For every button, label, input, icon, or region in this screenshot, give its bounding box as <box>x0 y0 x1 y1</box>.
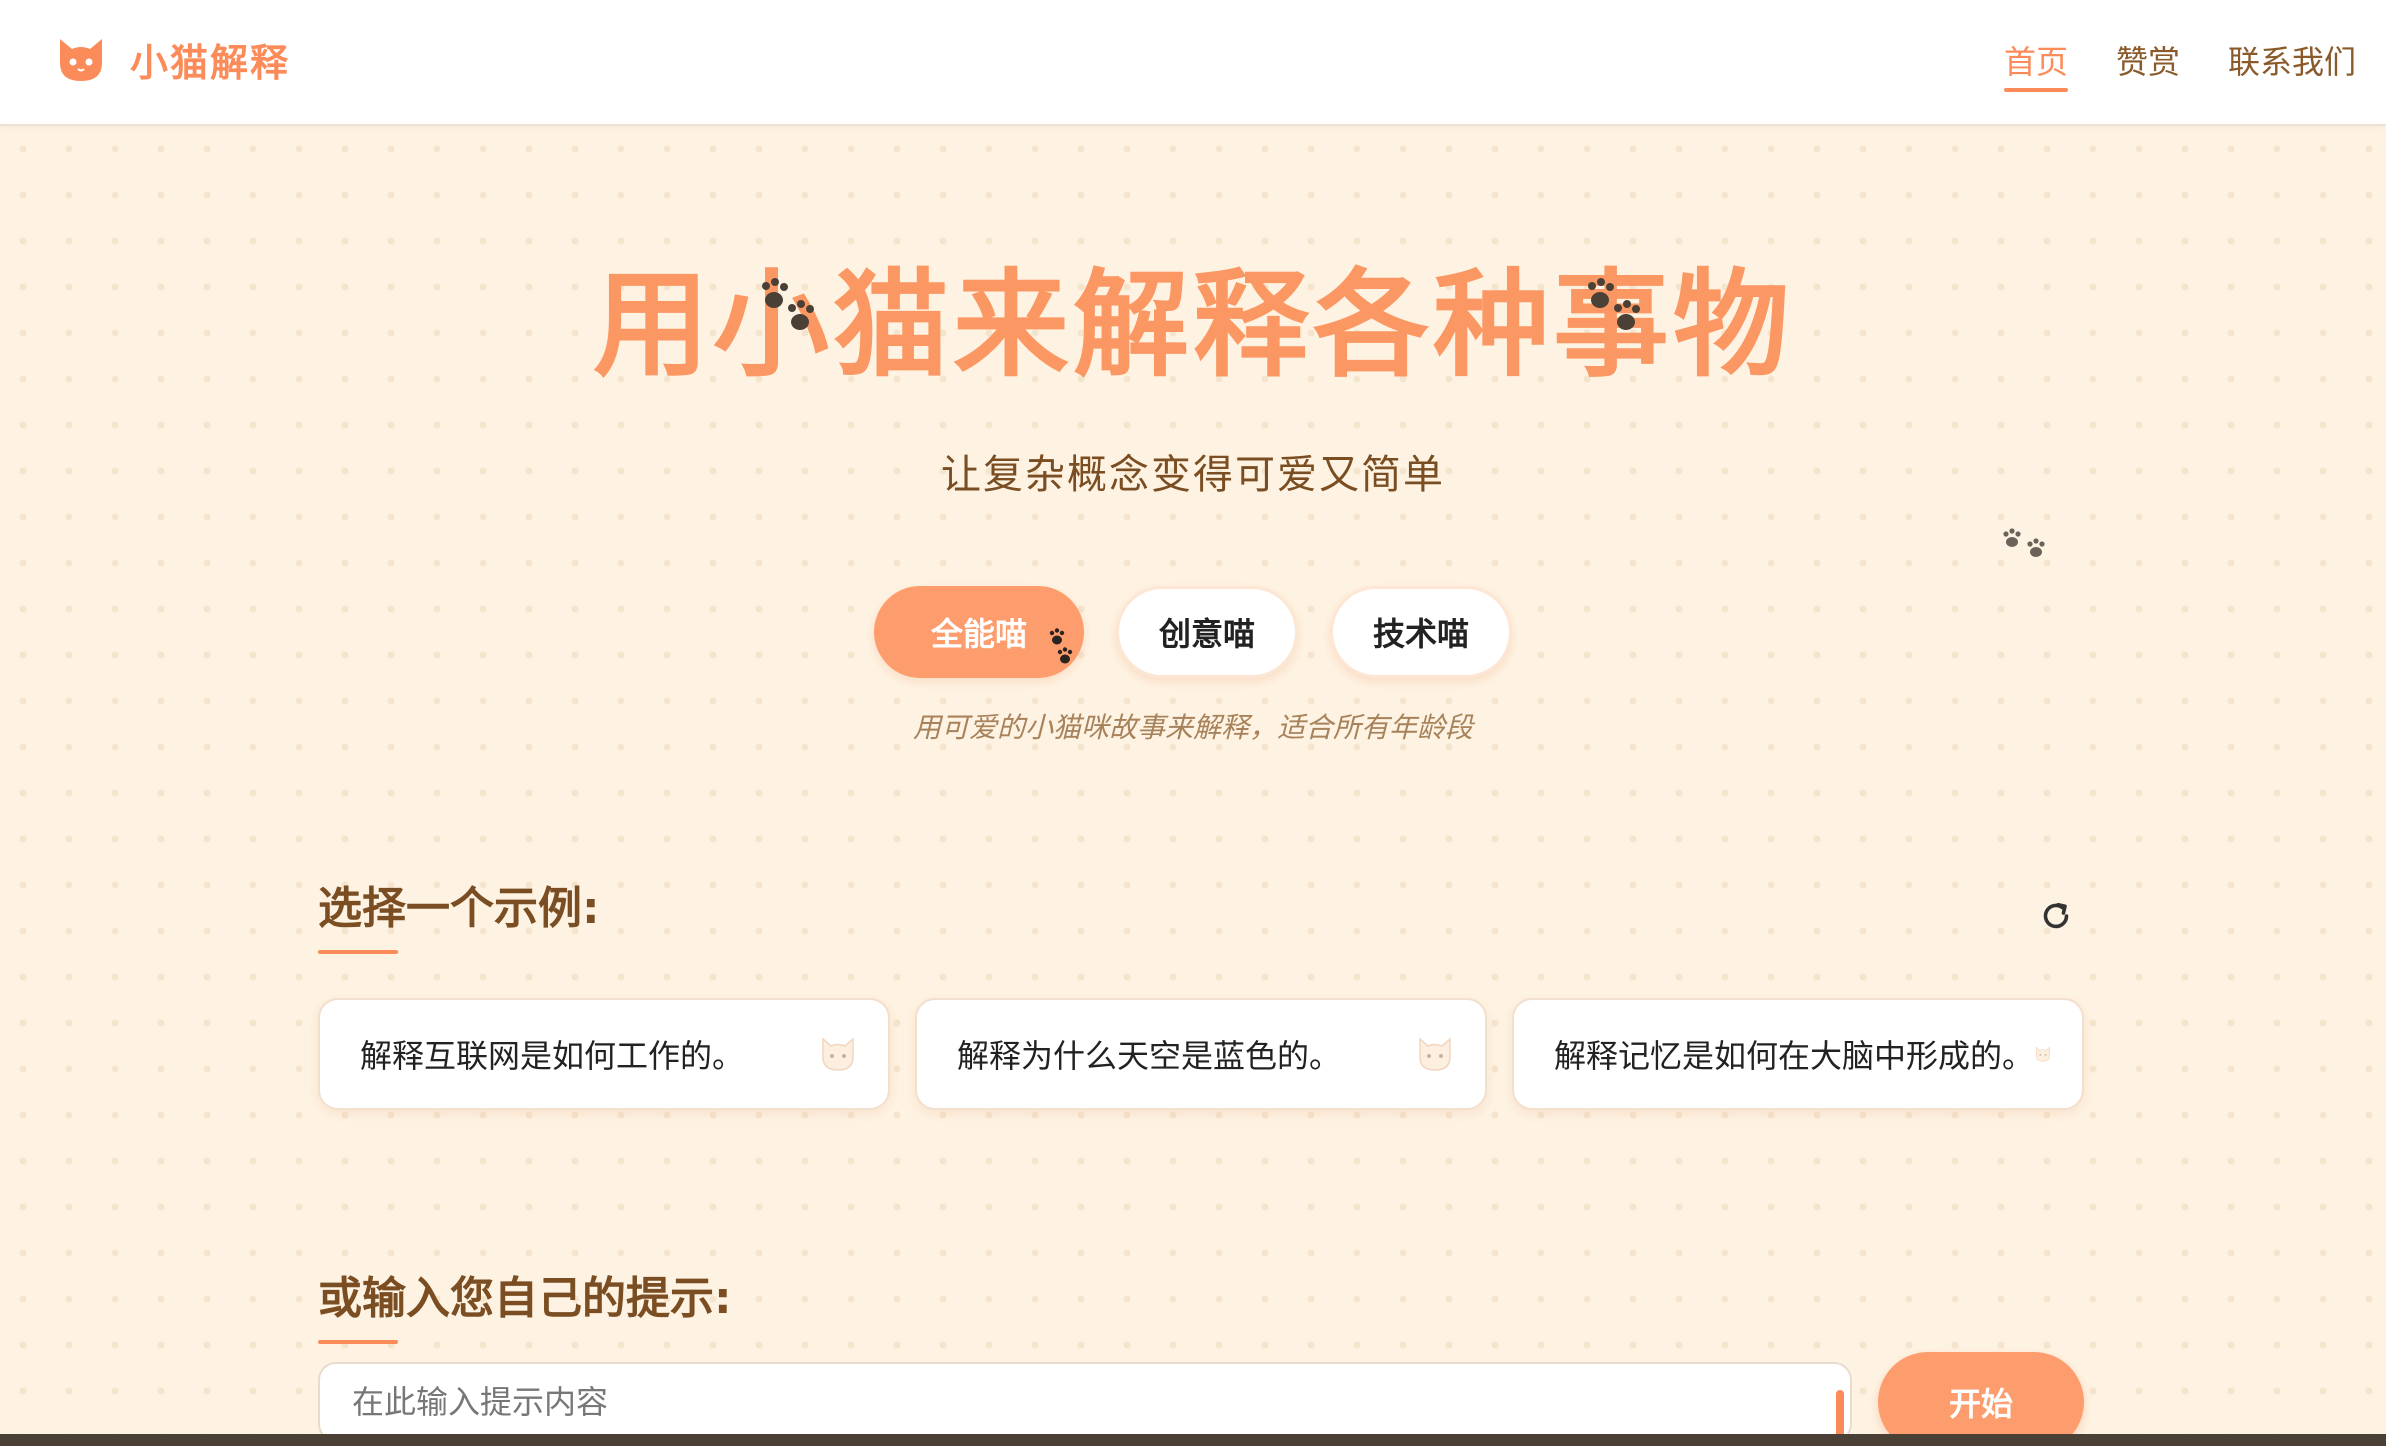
nav-item-contact[interactable]: 联系我们 <box>2228 38 2356 92</box>
refresh-icon[interactable] <box>2038 898 2074 934</box>
logo-text: 小猫解释 <box>130 41 291 85</box>
example-card[interactable]: 解释互联网是如何工作的。 <box>318 998 890 1110</box>
mode-description: 用可爱的小猫咪故事来解释，适合所有年龄段 <box>912 711 1473 744</box>
example-card[interactable]: 解释记忆是如何在大脑中形成的。 <box>1512 998 2084 1110</box>
hero-title: 用小猫来解释各种事物 <box>593 258 1793 393</box>
paw-print-icon <box>762 278 814 330</box>
example-cards: 解释互联网是如何工作的。 解释为什么天空是蓝色的。 解释记忆是如何在大脑中形成的… <box>318 998 2084 1110</box>
nav-item-donate[interactable]: 赞赏 <box>2116 38 2180 92</box>
mode-button-label: 技术喵 <box>1372 615 1469 653</box>
cat-face-icon <box>2035 1046 2051 1062</box>
example-card-text: 解释为什么天空是蓝色的。 <box>957 1037 1342 1075</box>
cat-face-icon <box>822 1037 854 1071</box>
mode-button-creative[interactable]: 创意喵 <box>1116 586 1298 678</box>
prompt-heading: 或输入您自己的提示: <box>318 1262 732 1344</box>
example-card-text: 解释互联网是如何工作的。 <box>360 1037 745 1075</box>
paw-print-icon <box>1588 278 1640 330</box>
example-card-text: 解释记忆是如何在大脑中形成的。 <box>1554 1037 2035 1075</box>
hero-subtitle: 让复杂概念变得可爱又简单 <box>941 452 1445 498</box>
examples-heading: 选择一个示例: <box>318 872 600 954</box>
example-card[interactable]: 解释为什么天空是蓝色的。 <box>915 998 1487 1110</box>
page: 小猫解释 首页 赞赏 联系我们 用小猫来解释各种事物 让复杂概念变得可爱又简单 <box>0 0 2386 1446</box>
start-button-label: 开始 <box>1948 1385 2013 1423</box>
cat-face-icon <box>60 38 102 81</box>
cursor-paw-icon <box>1049 628 1073 664</box>
paw-print-icon <box>2003 528 2045 557</box>
nav-item-home[interactable]: 首页 <box>2003 38 2068 92</box>
start-button[interactable]: 开始 <box>1878 1352 2084 1446</box>
bottom-edge <box>0 1434 2386 1446</box>
logo[interactable]: 小猫解释 <box>54 32 290 87</box>
mode-button-label: 全能喵 <box>930 615 1027 653</box>
mode-button-technical[interactable]: 技术喵 <box>1330 586 1512 678</box>
top-navigation-bar: 小猫解释 首页 赞赏 联系我们 <box>0 0 2386 126</box>
mode-button-label: 创意喵 <box>1158 615 1255 653</box>
cat-face-icon <box>1419 1037 1451 1071</box>
mode-selector: 全能喵 创意喵 技术喵 <box>0 586 2386 678</box>
prompt-input[interactable] <box>318 1362 1852 1442</box>
main-nav: 首页 赞赏 联系我们 <box>1956 38 2356 92</box>
